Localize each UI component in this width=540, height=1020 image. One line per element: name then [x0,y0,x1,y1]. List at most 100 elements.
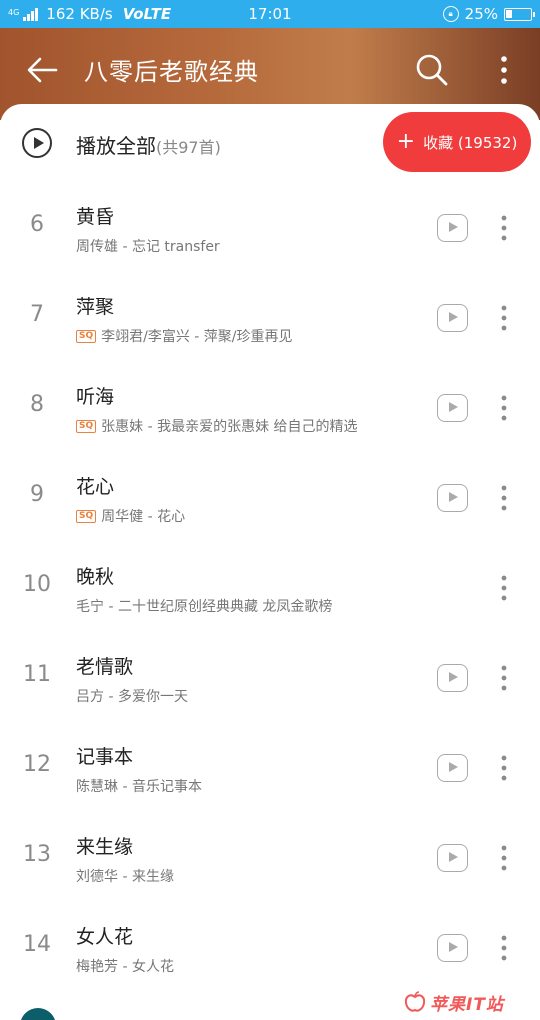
song-list-sheet: 播放全部(共97首) + 收藏 (19532) 6 黄昏 周传雄 - 忘记 tran… [0,104,540,1020]
watermark-text: 苹果IT站 [430,994,504,1015]
more-vertical-icon [501,575,507,601]
apple-logo-icon [404,991,426,1013]
song-row[interactable]: 6 黄昏 周传雄 - 忘记 transfer [0,188,540,278]
song-count: (共97首) [156,138,221,157]
status-right: 🔒︎ 25% [442,5,535,23]
song-subtitle-text: 吕方 - 多爱你一天 [76,689,188,705]
song-more-button[interactable] [492,212,516,244]
play-circle-icon[interactable] [22,128,52,158]
more-vertical-icon [501,935,507,961]
song-subtitle-text: 周华健 - 花心 [101,509,186,525]
video-play-icon[interactable] [437,394,468,422]
song-artist-album: SQ 李翊君/李富兴 - 萍聚/珍重再见 [76,326,293,346]
sq-quality-badge: SQ [76,419,97,433]
more-vertical-icon [501,305,507,331]
network-type: 4G [8,8,20,17]
song-artist-album: 陈慧琳 - 音乐记事本 [76,776,202,796]
more-vertical-icon [501,665,507,691]
song-number: 7 [30,302,44,327]
more-vertical-icon [501,56,507,84]
more-options-button[interactable] [484,48,524,92]
song-number: 6 [30,212,44,237]
song-artist-album: 吕方 - 多爱你一天 [76,686,188,706]
song-more-button[interactable] [492,932,516,964]
song-row[interactable]: 9 花心 SQ 周华健 - 花心 [0,458,540,548]
more-vertical-icon [501,395,507,421]
song-number: 9 [30,482,44,507]
favorite-label: 收藏 (19532) [423,133,518,152]
song-subtitle-text: 刘德华 - 来生缘 [76,869,174,885]
song-number: 12 [23,752,51,777]
video-play-icon[interactable] [437,934,468,962]
search-icon [416,54,448,86]
song-artist-album: 梅艳芳 - 女人花 [76,956,174,976]
song-more-button[interactable] [492,662,516,694]
song-more-button[interactable] [492,482,516,514]
rotation-lock-icon: 🔒︎ [442,6,459,22]
song-row[interactable]: 14 女人花梅艳芳 - 女人花 [0,908,540,998]
song-title: 花心 [76,476,115,498]
song-title: 老情歌 [76,656,134,678]
song-title: 来生缘 [76,836,134,858]
favorite-button[interactable]: + 收藏 (19532) [383,112,531,172]
video-play-icon[interactable] [437,844,468,872]
page-title: 八零后老歌经典 [84,58,259,86]
song-number: 8 [30,392,44,417]
song-number: 14 [23,932,51,957]
back-button[interactable] [20,48,64,92]
song-row[interactable]: 7 萍聚 SQ 李翊君/李富兴 - 萍聚/珍重再见 [0,278,540,368]
song-number: 11 [23,662,51,687]
battery-icon [504,7,535,21]
arrow-left-icon [27,57,58,83]
plus-icon: + [396,129,416,154]
video-play-icon[interactable] [437,214,468,242]
video-play-icon[interactable] [437,664,468,692]
song-more-button[interactable] [492,302,516,334]
song-more-button[interactable] [492,392,516,424]
song-subtitle-text: 周传雄 - 忘记 transfer [76,239,220,255]
song-number: 13 [23,842,51,867]
play-all-label[interactable]: 播放全部(共97首) [76,130,221,159]
network-speed: 162 KB/s [46,5,113,23]
song-subtitle-text: 梅艳芳 - 女人花 [76,959,174,975]
song-title: 记事本 [76,746,134,768]
song-artist-album: 周传雄 - 忘记 transfer [76,236,220,256]
song-row[interactable]: 12 记事本陈慧琳 - 音乐记事本 [0,728,540,818]
song-title: 听海 [76,386,115,408]
status-left: 4G 162 KB/s VoLTE [8,5,171,23]
song-artist-album: 毛宁 - 二十世纪原创经典典藏 龙凤金歌榜 [76,596,332,616]
search-button[interactable] [410,48,454,92]
signal-icon [23,7,39,21]
watermark-logo: 苹果IT站 [404,986,534,1018]
song-artist-album: 刘德华 - 来生缘 [76,866,174,886]
more-vertical-icon [501,845,507,871]
song-subtitle-text: 李翊君/李富兴 - 萍聚/珍重再见 [101,329,293,345]
song-title: 萍聚 [76,296,115,318]
song-row[interactable]: 8 听海 SQ 张惠妹 - 我最亲爱的张惠妹 给自己的精选 [0,368,540,458]
more-vertical-icon [501,755,507,781]
video-play-icon[interactable] [437,754,468,782]
status-bar: 4G 162 KB/s VoLTE 17:01 🔒︎ 25% [0,0,540,28]
play-all-text: 播放全部 [76,134,156,158]
video-play-icon[interactable] [437,304,468,332]
song-row[interactable]: 11 老情歌吕方 - 多爱你一天 [0,638,540,728]
sq-quality-badge: SQ [76,509,97,523]
sq-quality-badge: SQ [76,329,97,343]
song-more-button[interactable] [492,572,516,604]
song-title: 女人花 [76,926,134,948]
song-row[interactable]: 13 来生缘刘德华 - 来生缘 [0,818,540,908]
volte-indicator: VoLTE [122,5,172,23]
song-title: 晚秋 [76,566,115,588]
song-more-button[interactable] [492,752,516,784]
song-artist-album: SQ 周华健 - 花心 [76,506,185,526]
song-subtitle-text: 陈慧琳 - 音乐记事本 [76,779,202,795]
more-vertical-icon [501,485,507,511]
song-artist-album: SQ 张惠妹 - 我最亲爱的张惠妹 给自己的精选 [76,416,358,436]
song-row[interactable]: 10 晚秋毛宁 - 二十世纪原创经典典藏 龙凤金歌榜 [0,548,540,638]
song-subtitle-text: 张惠妹 - 我最亲爱的张惠妹 给自己的精选 [101,419,358,435]
song-more-button[interactable] [492,842,516,874]
video-play-icon[interactable] [437,484,468,512]
song-number: 10 [23,572,51,597]
song-subtitle-text: 毛宁 - 二十世纪原创经典典藏 龙凤金歌榜 [76,599,333,615]
play-all-row[interactable]: 播放全部(共97首) + 收藏 (19532) [0,104,540,184]
